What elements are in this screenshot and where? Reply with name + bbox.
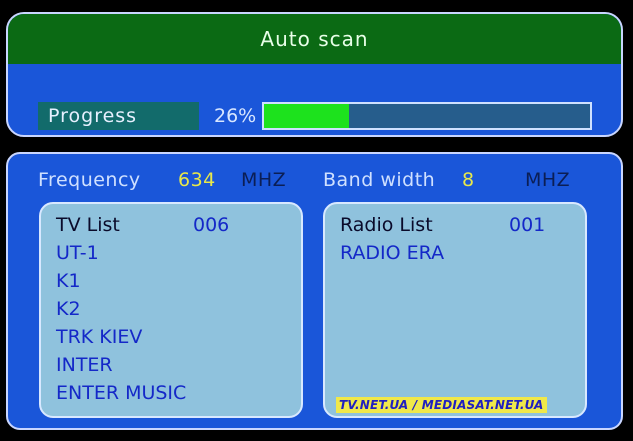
radio-list-box: Radio List 001 RADIO ERA — [323, 202, 587, 418]
results-panel: Frequency 634 MHZ Band width 8 MHZ TV Li… — [6, 152, 623, 430]
frequency-label: Frequency — [38, 169, 141, 191]
tv-channel-item[interactable]: TRK KIEV — [56, 326, 142, 348]
progress-fill — [264, 104, 349, 128]
tv-channel-item[interactable]: K2 — [56, 298, 81, 320]
tv-channel-item[interactable]: INTER — [56, 354, 113, 376]
radio-list-count: 001 — [509, 214, 545, 236]
progress-percent: 26% — [214, 102, 256, 130]
tv-list-header: TV List — [56, 214, 120, 236]
progress-bar — [262, 102, 592, 130]
bandwidth-value: 8 — [462, 169, 475, 191]
radio-channel-item[interactable]: RADIO ERA — [340, 242, 444, 264]
bandwidth-unit: MHZ — [525, 169, 570, 191]
progress-label: Progress — [38, 102, 199, 130]
tv-channel-item[interactable]: UT-1 — [56, 242, 99, 264]
window-title: Auto scan — [8, 14, 621, 64]
tv-channel-item[interactable]: K1 — [56, 270, 81, 292]
watermark: TV.NET.UA / MEDIASAT.NET.UA — [336, 397, 547, 413]
scan-panel: Auto scan Progress 26% — [6, 12, 623, 137]
frequency-value: 634 — [178, 169, 216, 191]
radio-list-header: Radio List — [340, 214, 433, 236]
tv-list-box: TV List 006 UT-1 K1 K2 TRK KIEV INTER EN… — [39, 202, 303, 418]
tv-channel-item[interactable]: ENTER MUSIC — [56, 382, 186, 404]
frequency-unit: MHZ — [241, 169, 286, 191]
bandwidth-label: Band width — [323, 169, 435, 191]
tv-list-count: 006 — [193, 214, 229, 236]
